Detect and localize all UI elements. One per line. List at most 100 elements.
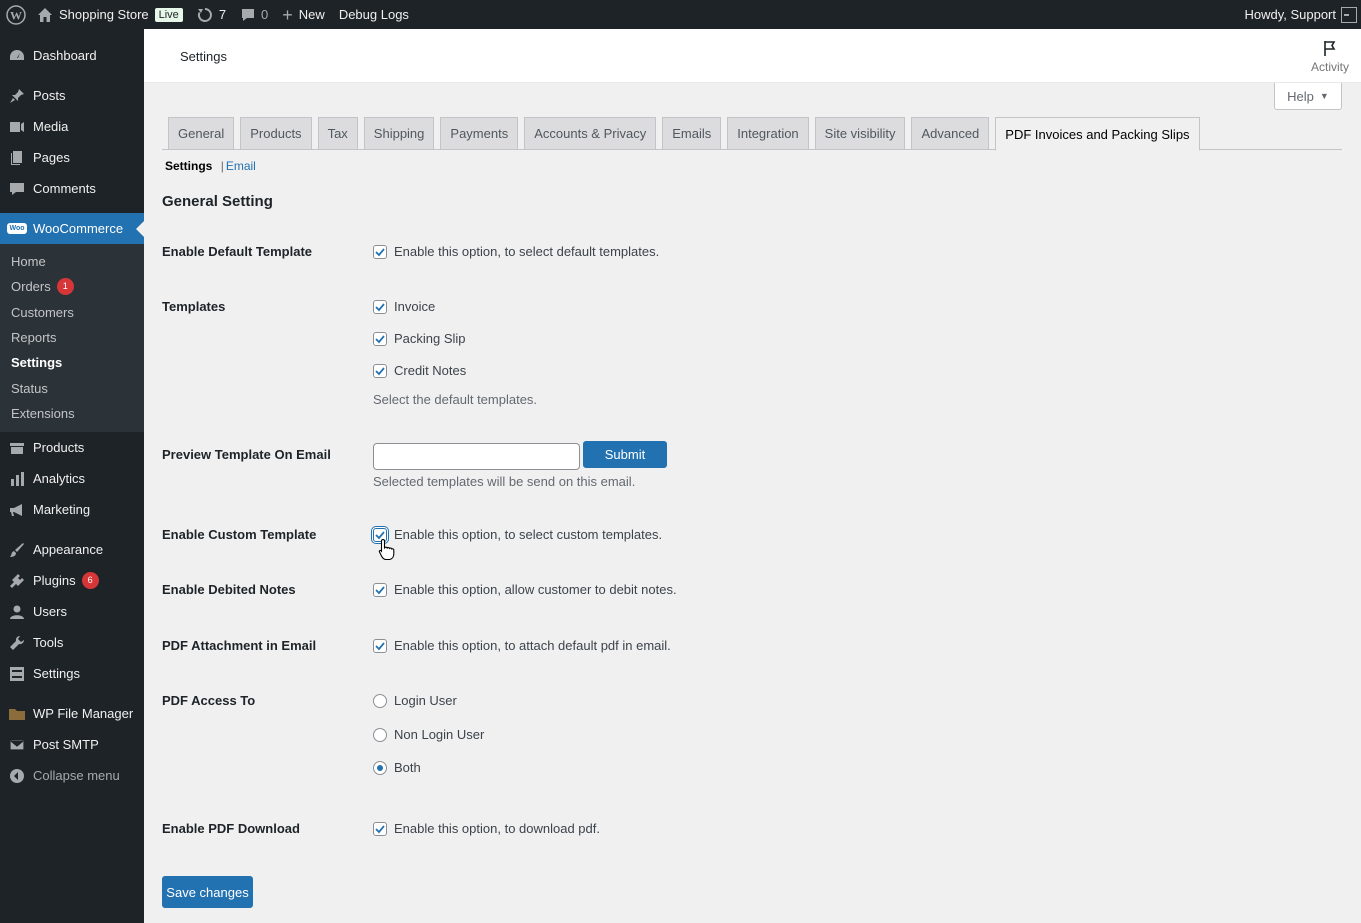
menu-post-smtp[interactable]: Post SMTP [0, 729, 144, 760]
submenu-status[interactable]: Status [0, 375, 144, 400]
admin-bar: W Shopping Store Live 7 0 + New Debug Lo… [0, 0, 1361, 29]
save-changes-button[interactable]: Save changes [162, 876, 253, 908]
submenu-customers[interactable]: Customers [0, 300, 144, 325]
envelope-icon [8, 736, 26, 754]
updates-link[interactable]: 7 [190, 0, 233, 29]
tab-pdf-invoices[interactable]: PDF Invoices and Packing Slips [995, 117, 1200, 151]
section-title: General Setting [162, 193, 273, 210]
updates-icon [197, 7, 213, 23]
svg-text:W: W [10, 8, 22, 22]
default-template-field: Enable this option, to select default te… [373, 244, 659, 259]
pushpin-icon [8, 87, 26, 105]
template-credit-notes-field: Credit Notes [373, 363, 466, 378]
menu-woocommerce[interactable]: Woo WooCommerce [0, 213, 144, 244]
tab-shipping[interactable]: Shipping [363, 117, 435, 150]
submenu-orders[interactable]: Orders 1 [0, 274, 144, 299]
menu-label: Products [33, 440, 85, 456]
menu-comments[interactable]: Comments [0, 173, 144, 204]
tab-general[interactable]: General [168, 117, 235, 150]
invoice-checkbox[interactable] [373, 299, 387, 314]
preview-email-input[interactable] [373, 443, 580, 470]
pdf-access-label: PDF Access To [162, 693, 256, 708]
updates-count: 7 [218, 7, 227, 22]
menu-tools[interactable]: Tools [0, 627, 144, 658]
default-template-checkbox[interactable] [373, 244, 387, 259]
subnav-settings[interactable]: Settings [165, 159, 212, 173]
tab-site-visibility[interactable]: Site visibility [814, 117, 906, 150]
settings-icon [8, 665, 26, 683]
submit-button[interactable]: Submit [583, 441, 667, 468]
access-both-field: Both [373, 760, 421, 775]
tab-accounts-privacy[interactable]: Accounts & Privacy [524, 117, 657, 150]
menu-wp-file-manager[interactable]: WP File Manager [0, 698, 144, 729]
pdf-attachment-checkbox[interactable] [373, 638, 387, 653]
default-template-label: Enable Default Template [162, 244, 313, 259]
collapse-menu-button[interactable]: Collapse menu [0, 760, 144, 791]
menu-users[interactable]: Users [0, 596, 144, 627]
submenu-label: Orders [11, 279, 51, 295]
debug-logs-link[interactable]: Debug Logs [332, 0, 416, 29]
menu-dashboard[interactable]: Dashboard [0, 40, 144, 71]
activity-button[interactable]: Activity [1299, 29, 1361, 83]
tab-emails[interactable]: Emails [662, 117, 722, 150]
submenu-settings[interactable]: Settings [0, 350, 144, 375]
submenu-extensions[interactable]: Extensions [0, 401, 144, 426]
pdf-attachment-text: Enable this option, to attach default pd… [394, 638, 671, 653]
menu-label: Settings [33, 666, 80, 682]
comments-link[interactable]: 0 [233, 0, 275, 29]
caret-down-icon: ▼ [1319, 91, 1329, 101]
new-content-link[interactable]: + New [275, 0, 332, 29]
wordpress-logo-icon[interactable]: W [0, 0, 30, 29]
plus-icon: + [282, 4, 293, 25]
tab-integration[interactable]: Integration [727, 117, 809, 150]
non-login-user-radio[interactable] [373, 727, 387, 742]
tab-payments[interactable]: Payments [440, 117, 519, 150]
templates-label: Templates [162, 299, 226, 314]
settings-tabs: General Products Tax Shipping Payments A… [162, 117, 1342, 151]
access-login-user-field: Login User [373, 693, 457, 708]
login-user-radio[interactable] [373, 693, 387, 708]
packing-slip-text: Packing Slip [394, 331, 466, 346]
site-name: Shopping Store [59, 7, 149, 22]
my-account-link[interactable]: Howdy, Support [1237, 0, 1361, 29]
tab-advanced[interactable]: Advanced [911, 117, 990, 150]
subnav-email[interactable]: Email [226, 159, 256, 173]
debited-notes-checkbox[interactable] [373, 582, 387, 597]
preview-email-label: Preview Template On Email [162, 447, 331, 462]
help-button[interactable]: Help ▼ [1274, 83, 1342, 110]
menu-analytics[interactable]: Analytics [0, 463, 144, 494]
bar-chart-icon [8, 470, 26, 488]
packing-slip-checkbox[interactable] [373, 331, 387, 346]
menu-label: Analytics [33, 471, 86, 487]
pdf-download-checkbox[interactable] [373, 821, 387, 836]
both-radio[interactable] [373, 760, 387, 775]
comment-icon [240, 7, 256, 23]
menu-pages[interactable]: Pages [0, 142, 144, 173]
menu-label: Appearance [33, 542, 104, 558]
menu-label: Dashboard [33, 48, 97, 63]
debited-notes-text: Enable this option, allow customer to de… [394, 582, 677, 597]
tab-products[interactable]: Products [240, 117, 312, 150]
credit-notes-checkbox[interactable] [373, 363, 387, 378]
site-name-link[interactable]: Shopping Store Live [30, 0, 190, 29]
folder-icon [8, 705, 26, 723]
tab-tax[interactable]: Tax [317, 117, 358, 150]
plugins-count-badge: 6 [81, 572, 99, 590]
menu-appearance[interactable]: Appearance [0, 534, 144, 565]
menu-posts[interactable]: Posts [0, 80, 144, 111]
menu-plugins[interactable]: Plugins 6 [0, 565, 144, 596]
menu-label: Post SMTP [33, 737, 99, 753]
woocommerce-icon: Woo [7, 223, 27, 234]
pages-icon [8, 149, 26, 167]
submenu-home[interactable]: Home [0, 249, 144, 274]
menu-media[interactable]: Media [0, 111, 144, 142]
menu-settings[interactable]: Settings [0, 658, 144, 689]
debited-notes-field: Enable this option, allow customer to de… [373, 582, 677, 597]
submenu-reports[interactable]: Reports [0, 325, 144, 350]
menu-label: Users [33, 604, 67, 620]
menu-marketing[interactable]: Marketing [0, 494, 144, 525]
menu-label: WooCommerce [33, 221, 124, 236]
user-icon [8, 603, 26, 621]
menu-products[interactable]: Products [0, 432, 144, 463]
menu-label: Posts [33, 88, 66, 103]
